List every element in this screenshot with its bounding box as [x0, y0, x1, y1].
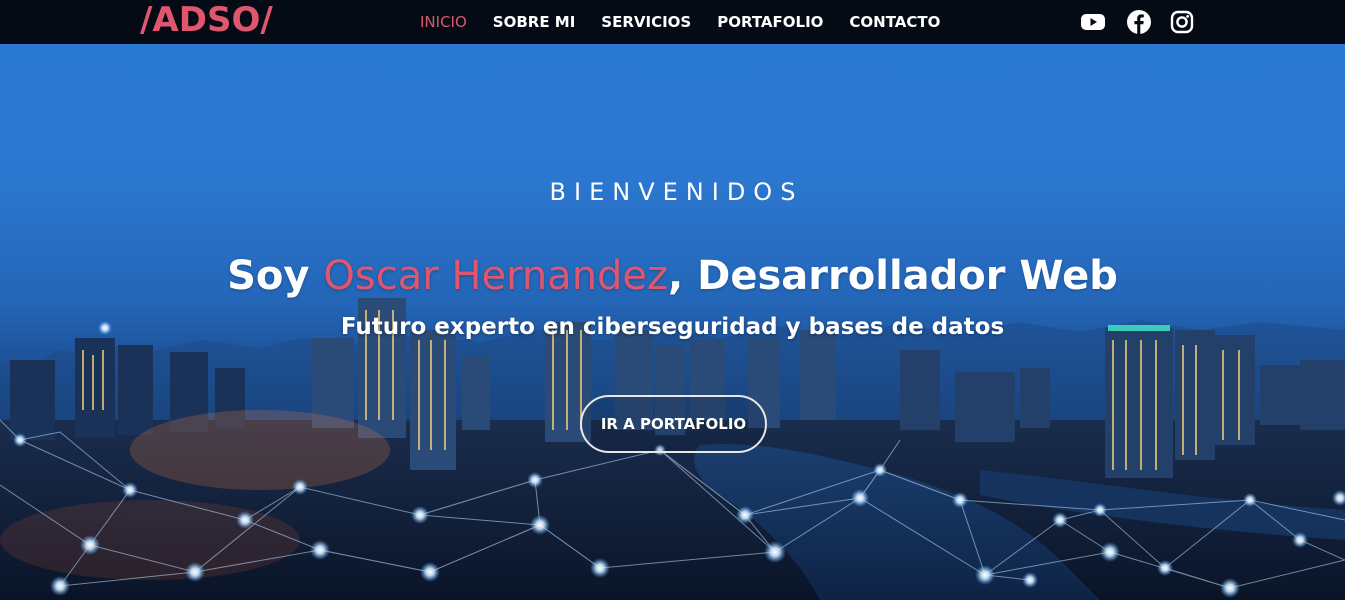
hero-title-name: Oscar Hernandez: [323, 253, 669, 299]
nav-menu: INICIO SOBRE MI SERVICIOS PORTAFOLIO CON…: [420, 0, 966, 44]
nav-link-portafolio[interactable]: PORTAFOLIO: [717, 13, 823, 31]
portfolio-cta-button[interactable]: IR A PORTAFOLIO: [580, 395, 767, 453]
youtube-icon[interactable]: [1080, 9, 1106, 35]
hero-title-suffix: , Desarrollador Web: [668, 253, 1118, 299]
hero-title: Soy Oscar Hernandez, Desarrollador Web: [0, 253, 1345, 299]
nav-link-sobre-mi[interactable]: SOBRE MI: [493, 13, 576, 31]
hero-title-prefix: Soy: [227, 253, 324, 299]
hero-subtitle: Futuro experto en ciberseguridad y bases…: [340, 314, 1005, 340]
navbar: /ADSO/ INICIO SOBRE MI SERVICIOS PORTAFO…: [0, 0, 1345, 44]
city-skyline-image: [0, 298, 1345, 600]
hero-welcome-label: BIENVENIDOS: [549, 178, 804, 206]
nav-link-inicio[interactable]: INICIO: [420, 13, 467, 31]
nav-link-contacto[interactable]: CONTACTO: [849, 13, 940, 31]
brand-logo[interactable]: /ADSO/: [140, 0, 273, 43]
instagram-icon[interactable]: [1169, 9, 1195, 35]
nav-link-servicios[interactable]: SERVICIOS: [601, 13, 691, 31]
facebook-icon[interactable]: [1126, 9, 1152, 35]
hero-background: [0, 0, 1345, 600]
